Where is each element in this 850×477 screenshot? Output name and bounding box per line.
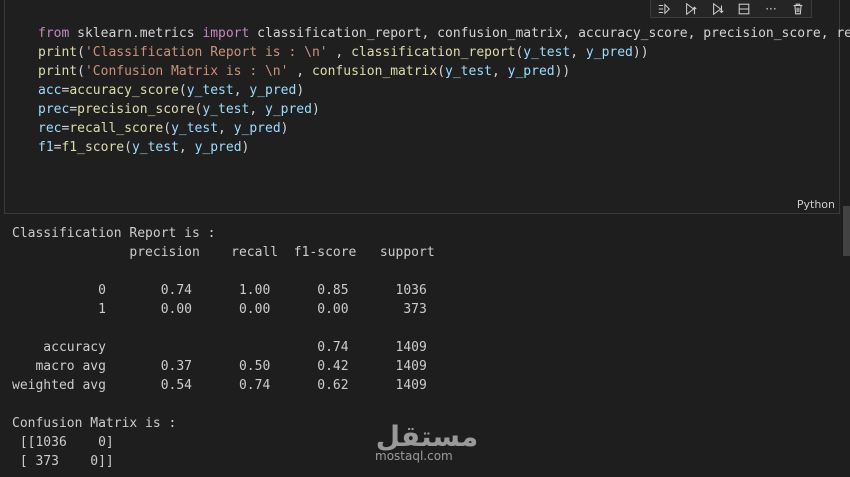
code-token: classification_report [351,45,516,60]
code-token: rec [38,121,62,136]
run-by-line-button[interactable] [655,1,673,17]
code-token: y_pred [233,121,281,136]
execute-above-button[interactable] [682,1,700,17]
code-token: y_test [186,83,234,98]
output-line: precision recall f1-score support [12,245,435,260]
code-token: )) [632,45,649,60]
code-token: sklearn.metrics [69,26,203,41]
code-line[interactable]: prec=precision_score(y_test, y_pred) [38,100,850,119]
code-token: , [233,83,250,98]
code-line[interactable]: acc=accuracy_score(y_test, y_pred) [38,81,850,100]
code-token: , [327,45,352,60]
code-token: y_pred [249,83,297,98]
execute-below-button[interactable] [709,1,727,17]
code-token: , [288,64,312,79]
watermark-logo-text: مستقل [376,420,478,452]
split-cell-icon [738,3,750,14]
code-token: ( [77,64,85,79]
code-editor[interactable]: from sklearn.metrics import classificati… [38,24,850,157]
code-token: 'Confusion Matrix is : \n' [84,64,289,79]
code-line[interactable]: f1=f1_score(y_test, y_pred) [38,138,850,157]
code-line[interactable]: print('Confusion Matrix is : \n' , confu… [38,62,850,81]
code-token: , [218,121,234,136]
code-token: ( [124,140,132,155]
code-token: f1 [38,140,54,155]
execute-above-icon [686,2,697,15]
output-line: macro avg 0.37 0.50 0.42 1409 [12,359,427,374]
code-token: import [202,26,250,41]
code-token: print [38,64,78,79]
code-line[interactable]: print('Classification Report is : \n' , … [38,43,850,62]
code-line[interactable]: from sklearn.metrics import classificati… [38,24,850,43]
code-token: y_test [131,140,179,155]
code-token: ( [437,64,446,79]
delete-cell-button[interactable] [789,1,807,17]
code-token: y_pred [265,102,312,117]
code-token: 'Classification Report is : \n' [84,45,328,60]
run-by-line-icon [659,2,671,15]
more-actions-button[interactable]: ··· [762,1,780,17]
code-token: ) [311,102,320,117]
code-cell[interactable]: from sklearn.metrics import classificati… [4,0,850,214]
code-token: from [38,26,70,41]
output-line: Classification Report is : [12,226,216,241]
code-token: , [570,45,586,60]
output-line: weighted avg 0.54 0.74 0.62 1409 [12,378,427,393]
mostaql-logo-icon: مستقل [376,420,478,452]
cell-toolbar: ··· [650,0,812,18]
code-token: ) [280,121,289,136]
code-token: y_test [171,121,219,136]
code-token: ( [178,83,187,98]
code-token: classification_report, confusion_matrix,… [249,26,850,41]
output-line: 1 0.00 0.00 0.00 373 [12,302,427,317]
cell-language-label[interactable]: Python [797,198,835,211]
code-token: y_test [445,64,492,79]
code-token: print [38,45,78,60]
output-link-strip [12,471,832,477]
code-token: accuracy_score [69,83,179,98]
code-token: y_test [523,45,571,60]
code-token: ( [163,121,172,136]
code-token: prec [38,102,70,117]
code-token: , [491,64,508,79]
output-line: 0 0.74 1.00 0.85 1036 [12,283,427,298]
code-token: ) [296,83,305,98]
code-token: acc [38,83,62,98]
code-token: )) [554,64,571,79]
code-token: f1_score [61,140,125,155]
code-line[interactable]: rec=recall_score(y_test, y_pred) [38,119,850,138]
code-token: confusion_matrix [311,64,438,79]
split-cell-button[interactable] [735,1,753,17]
code-token: y_pred [585,45,633,60]
code-token: , [178,140,195,155]
delete-cell-icon [793,3,802,14]
code-token: ( [77,45,85,60]
code-token: y_test [202,102,250,117]
code-token: = [69,102,78,117]
code-token: y_pred [507,64,555,79]
code-token: y_pred [194,140,242,155]
watermark-site: mostaql.com [375,449,453,463]
scrollbar-thumb[interactable] [843,206,850,256]
output-line: accuracy 0.74 1409 [12,340,427,355]
more-actions-icon: ··· [765,1,777,16]
code-token: recall_score [69,121,164,136]
code-token: ) [241,140,250,155]
execute-below-icon [712,2,724,15]
code-token: , [249,102,265,117]
watermark: مستقل mostaql.com [372,418,482,468]
code-token: precision_score [77,102,195,117]
